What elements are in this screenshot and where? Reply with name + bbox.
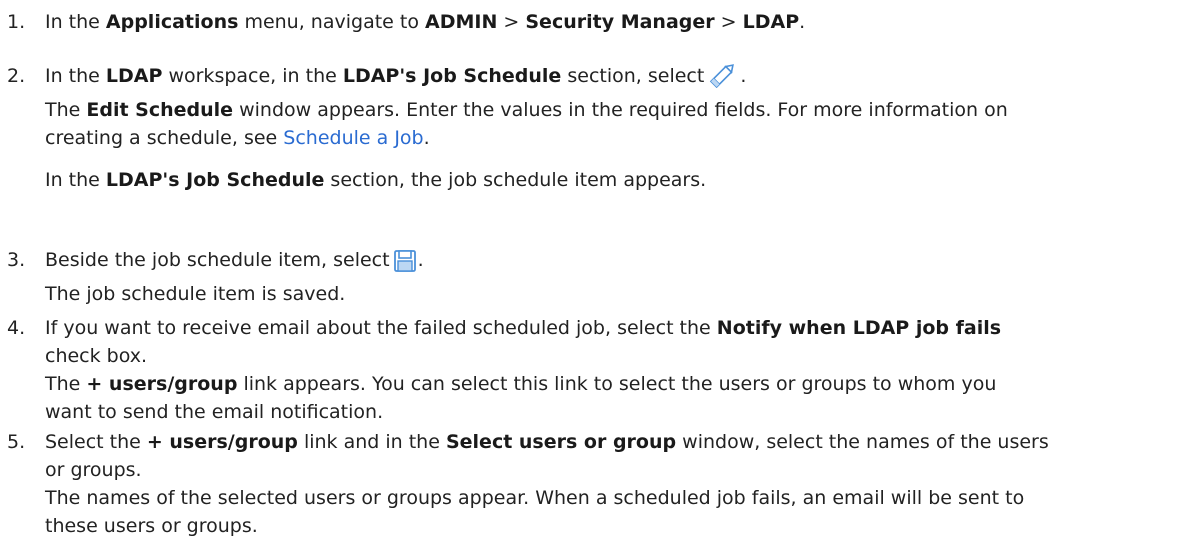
step-text: Select the + users/group link and in the… [45,428,1185,456]
step-result-text: In the LDAP's Job Schedule section, the … [45,166,1185,194]
step-result-text: The Edit Schedule window appears. Enter … [45,96,1185,124]
step-number: 3. [7,249,26,271]
text: or groups. [45,459,142,481]
text: Select the [45,431,147,453]
step-result-text: want to send the email notification. [45,398,1185,426]
step-number: 1. [7,11,26,33]
text: . [799,11,806,33]
step-text: or groups. [45,456,1185,484]
menu-path-security-manager: Security Manager [525,11,715,33]
text: The job schedule item is saved. [45,283,346,305]
text: menu, navigate to [238,11,426,33]
text: . [423,127,430,149]
text: section, the job schedule item appears. [324,169,707,191]
step-body: Beside the job schedule item, select. Th… [45,246,1185,308]
text: Beside the job schedule item, select [45,249,390,271]
menu-path-admin: ADMIN [425,11,498,33]
menu-path-ldap: LDAP [742,11,800,33]
step-result-text: creating a schedule, see Schedule a Job. [45,124,1185,152]
text: window, select the names of the users [676,431,1049,453]
step-text: If you want to receive email about the f… [45,314,1185,342]
step-number: 4. [7,317,26,339]
pencil-icon [708,62,738,96]
step-body: In the Applications menu, navigate to AD… [45,8,1185,36]
section-name: LDAP's Job Schedule [342,65,562,87]
step-result-text: these users or groups. [45,512,1185,540]
step-body: In the LDAP workspace, in the LDAP's Job… [45,62,1185,194]
link-name: + users/group [146,431,298,453]
step-text: In the LDAP workspace, in the LDAP's Job… [45,62,1185,96]
text: these users or groups. [45,515,258,537]
text: link and in the [297,431,446,453]
procedure-document: 1. In the Applications menu, navigate to… [0,0,1195,546]
text: . [740,65,747,87]
text: The [45,99,87,121]
step-number: 2. [7,65,26,87]
step-text: check box. [45,342,1185,370]
text: The names of the selected users or group… [45,487,1025,509]
menu-name: Applications [105,11,239,33]
text: The [45,373,87,395]
step-text: Beside the job schedule item, select. [45,246,1185,280]
text: window appears. Enter the values in the … [233,99,1008,121]
schedule-a-job-link[interactable]: Schedule a Job [283,127,423,149]
window-name: Select users or group [445,431,677,453]
text: want to send the email notification. [45,401,384,423]
text: creating a schedule, see [45,127,284,149]
text: If you want to receive email about the f… [45,317,717,339]
text: In the [45,169,106,191]
text: link appears. You can select this link t… [237,373,997,395]
separator: > [497,11,526,33]
text: check box. [45,345,148,367]
text: section, select [561,65,705,87]
step-result-text: The job schedule item is saved. [45,280,1185,308]
save-icon [393,250,416,280]
step-number: 5. [7,431,26,453]
section-name: LDAP's Job Schedule [105,169,325,191]
window-name: Edit Schedule [86,99,234,121]
link-name: + users/group [86,373,238,395]
text: In the [45,65,106,87]
step-body: If you want to receive email about the f… [45,314,1185,426]
separator: > [714,11,743,33]
checkbox-name: Notify when LDAP job fails [716,317,1002,339]
text: . [417,249,424,271]
step-text: In the Applications menu, navigate to AD… [45,8,1185,36]
step-result-text: The + users/group link appears. You can … [45,370,1185,398]
workspace-name: LDAP [105,65,163,87]
text: In the [45,11,106,33]
step-result-text: The names of the selected users or group… [45,484,1185,512]
text: workspace, in the [162,65,343,87]
step-body: Select the + users/group link and in the… [45,428,1185,540]
